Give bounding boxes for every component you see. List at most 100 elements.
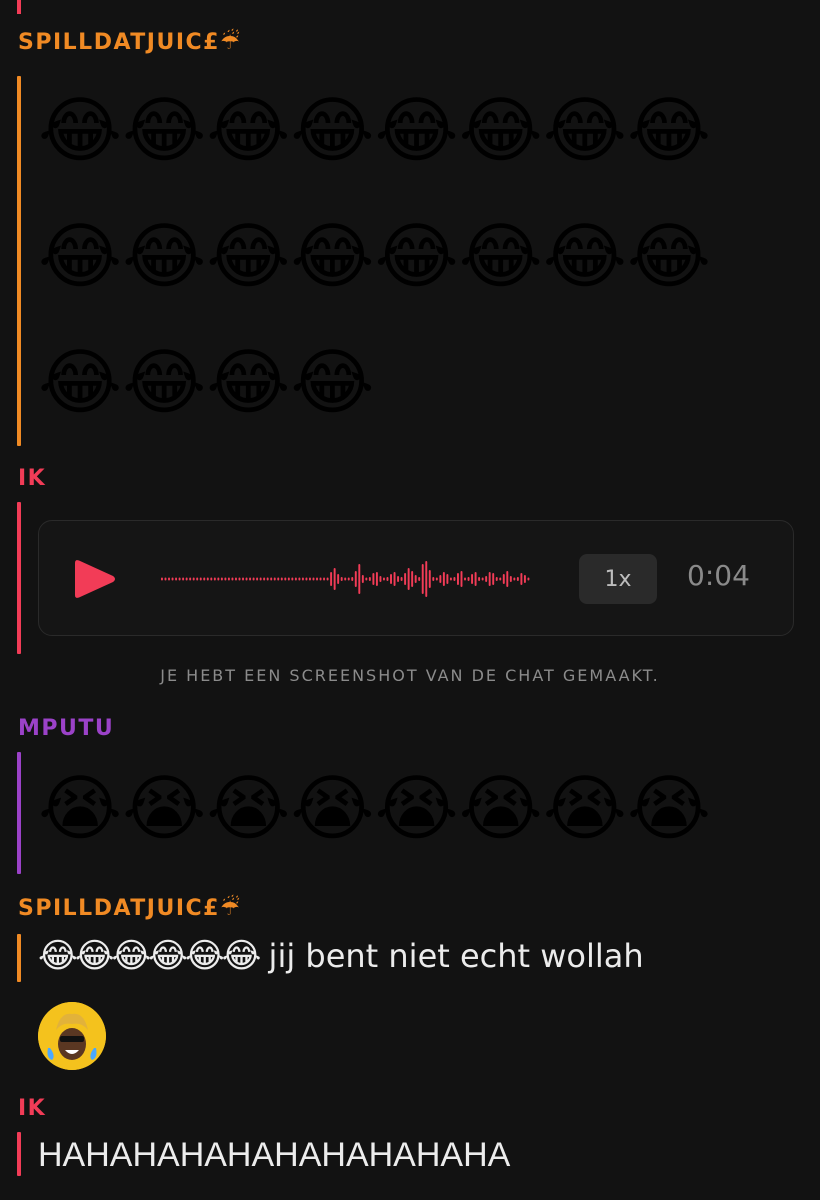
waveform-bar	[375, 572, 378, 586]
emoji-message-row[interactable]: 😂😂😂😂😂😂😂😂	[38, 86, 711, 174]
waveform-bar	[513, 577, 516, 581]
waveform-bar	[411, 571, 414, 587]
waveform-bar	[474, 572, 477, 586]
waveform-bar	[467, 577, 470, 581]
waveform-bar	[217, 577, 220, 581]
audio-waveform[interactable]	[161, 555, 531, 603]
waveform-bar	[527, 577, 530, 581]
message-bar-spilldatjuice	[17, 76, 21, 446]
text-message[interactable]: 😂😂😂😂😂😂 jij bent niet echt wollah	[38, 936, 644, 976]
waveform-bar	[316, 577, 318, 581]
screenshot-notice: JE HEBT EEN SCREENSHOT VAN DE CHAT GEMAA…	[160, 666, 660, 685]
waveform-bar	[192, 577, 195, 581]
waveform-bar	[256, 577, 259, 581]
waveform-bar	[495, 577, 498, 581]
waveform-bar	[206, 577, 209, 581]
emoji-message-row[interactable]: 😂😂😂😂	[38, 338, 375, 426]
waveform-bar	[523, 575, 526, 583]
waveform-bar	[361, 575, 364, 583]
message-text: jij bent niet echt wollah	[268, 937, 644, 975]
emoji-sequence: 😂😂😂😂😂😂	[38, 936, 261, 976]
waveform-bar	[235, 577, 237, 581]
waveform-bar	[358, 564, 361, 594]
waveform-bar	[453, 577, 456, 581]
sender-name-ik[interactable]: IK	[18, 466, 46, 491]
text-message[interactable]: HAHAHAHAHAHAHAHAHAHA	[38, 1136, 510, 1175]
waveform-bar	[499, 577, 502, 581]
waveform-bar	[516, 577, 519, 581]
waveform-bar	[171, 577, 174, 581]
waveform-bar	[404, 573, 407, 585]
waveform-bar	[407, 568, 410, 590]
waveform-bar	[196, 577, 199, 581]
waveform-bar	[520, 573, 523, 585]
waveform-bar	[333, 568, 336, 590]
waveform-bar	[168, 577, 170, 581]
emoji-message-row[interactable]: 😭😭😭😭😭😭😭😭	[38, 764, 711, 852]
waveform-bar	[291, 577, 294, 581]
waveform-bar	[312, 577, 315, 581]
play-icon[interactable]	[71, 559, 117, 599]
bitmoji-avatar-icon	[38, 1002, 106, 1070]
waveform-bar	[337, 574, 340, 584]
waveform-bar	[210, 577, 213, 581]
waveform-bar	[305, 577, 308, 581]
sender-name-ik[interactable]: IK	[18, 1096, 46, 1121]
waveform-bar	[509, 576, 512, 582]
waveform-bar	[354, 571, 357, 587]
message-bar-mputu	[17, 752, 21, 874]
sender-name-mputu[interactable]: MPUTU	[18, 716, 114, 741]
waveform-bar	[277, 577, 280, 581]
waveform-bar	[457, 573, 459, 585]
waveform-bar	[471, 574, 474, 584]
waveform-bar	[442, 572, 445, 586]
waveform-bar	[231, 577, 234, 581]
waveform-bar	[323, 577, 326, 581]
waveform-bar	[344, 577, 347, 581]
emoji-message-row[interactable]: 😂😂😂😂😂😂😂😂	[38, 212, 711, 300]
voice-note-card[interactable]: 1x 0:04	[38, 520, 794, 636]
sender-name-spilldatjuice[interactable]: SPILLDATJUIC£☔	[18, 896, 241, 921]
waveform-bar	[266, 577, 269, 581]
waveform-bar	[379, 576, 382, 582]
waveform-bar	[414, 575, 417, 583]
waveform-bar	[178, 577, 181, 581]
waveform-bar	[182, 577, 185, 581]
waveform-bar	[340, 577, 343, 581]
waveform-bar	[386, 577, 389, 581]
waveform-bar	[506, 571, 509, 587]
sender-name-spilldatjuice[interactable]: SPILLDATJUIC£☔	[18, 30, 241, 55]
waveform-bar	[347, 577, 350, 581]
waveform-bar	[319, 577, 322, 581]
waveform-bar	[390, 574, 392, 584]
waveform-bar	[287, 577, 290, 581]
waveform-bar	[478, 577, 481, 581]
waveform-bar	[372, 573, 375, 585]
waveform-bar	[488, 572, 491, 586]
waveform-bar	[446, 574, 449, 584]
waveform-bar	[161, 577, 163, 581]
waveform-bar	[199, 577, 202, 581]
waveform-bar	[502, 574, 505, 584]
message-bar-ik	[17, 502, 21, 654]
bitmoji-laughing-icon[interactable]	[38, 1002, 106, 1070]
previous-message-bar	[17, 0, 21, 14]
waveform-bar	[213, 577, 216, 581]
waveform-bar	[175, 577, 178, 581]
waveform-bar	[425, 561, 428, 597]
waveform-bar	[242, 577, 244, 581]
waveform-bar	[449, 577, 452, 581]
waveform-bar	[284, 577, 287, 581]
waveform-bar	[252, 577, 255, 581]
waveform-bar	[227, 577, 230, 581]
waveform-bar	[224, 577, 227, 581]
waveform-bar	[249, 577, 252, 581]
playback-speed-button[interactable]: 1x	[579, 554, 657, 604]
waveform-bar	[435, 577, 438, 581]
waveform-bar	[421, 564, 424, 594]
waveform-bar	[368, 577, 371, 581]
waveform-bar	[245, 577, 248, 581]
waveform-bar	[397, 576, 400, 582]
waveform-bar	[492, 573, 495, 585]
waveform-bar	[280, 577, 283, 581]
